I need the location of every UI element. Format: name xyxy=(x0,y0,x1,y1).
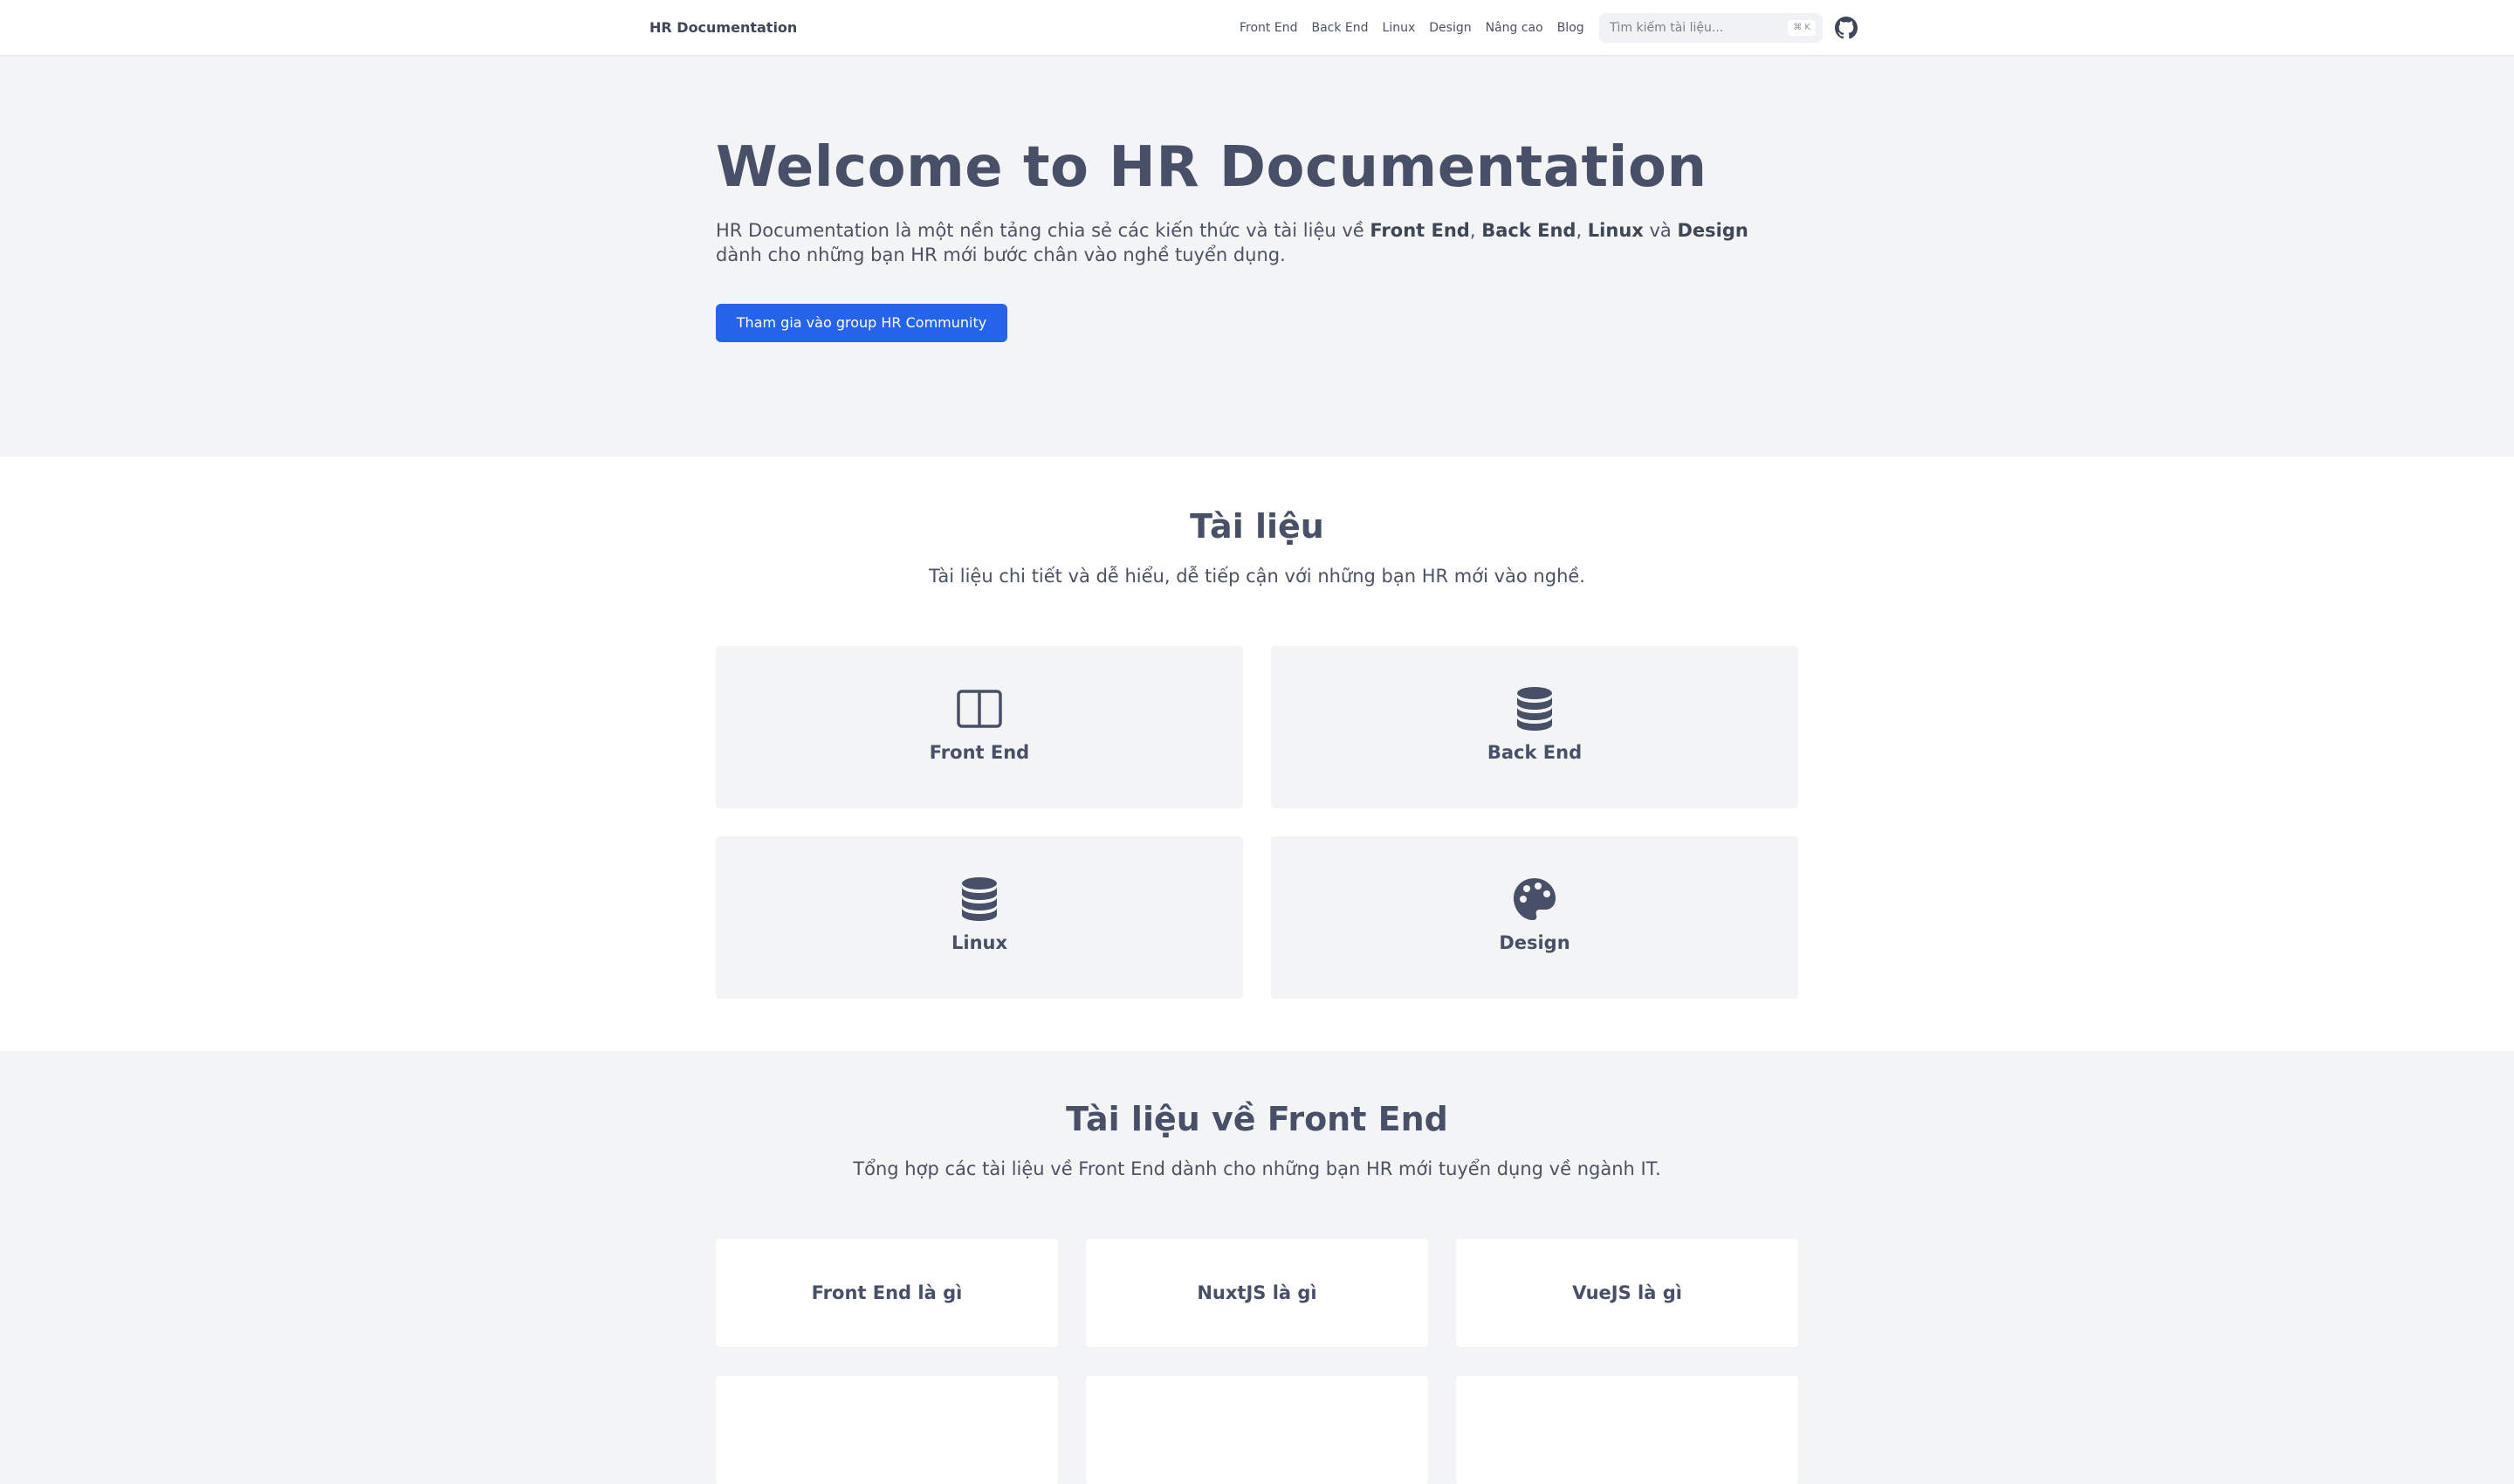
article-card-title: NuxtJS là gì xyxy=(1197,1282,1317,1303)
nav-link-blog[interactable]: Blog xyxy=(1550,21,1591,35)
article-card-title xyxy=(716,1376,1058,1484)
nav-link-design[interactable]: Design xyxy=(1422,21,1478,35)
docs-subtitle: Tài liệu chi tiết và dễ hiểu, dễ tiếp cậ… xyxy=(929,566,1585,587)
columns-icon xyxy=(957,690,1002,728)
github-icon[interactable] xyxy=(1835,17,1858,39)
front-end-subtitle: Tổng hợp các tài liệu về Front End dành … xyxy=(853,1158,1661,1179)
docs-title: Tài liệu xyxy=(1190,507,1324,546)
article-card[interactable] xyxy=(716,1376,1058,1484)
search-shortcut-badge: ⌘ K xyxy=(1788,20,1816,36)
article-card-title xyxy=(1456,1376,1798,1484)
article-card[interactable]: NuxtJS là gì xyxy=(1086,1239,1428,1347)
category-card-linux[interactable]: Linux xyxy=(716,836,1243,999)
category-card-front-end[interactable]: Front End xyxy=(716,646,1243,808)
category-card-design[interactable]: Design xyxy=(1271,836,1798,999)
article-card[interactable]: Front End là gì xyxy=(716,1239,1058,1347)
search-box[interactable]: Tìm kiếm tài liệu... ⌘ K xyxy=(1599,13,1823,43)
search-placeholder: Tìm kiếm tài liệu... xyxy=(1610,21,1724,35)
category-label: Design xyxy=(1499,932,1570,953)
article-card[interactable] xyxy=(1086,1376,1428,1484)
article-card[interactable]: VueJS là gì xyxy=(1456,1239,1798,1347)
article-card-title: VueJS là gì xyxy=(1572,1282,1682,1303)
nav-link-linux[interactable]: Linux xyxy=(1376,21,1423,35)
hero-section: Welcome to HR Documentation HR Documenta… xyxy=(0,57,2514,457)
nav-link-back-end[interactable]: Back End xyxy=(1304,21,1375,35)
article-card-title: Front End là gì xyxy=(811,1282,963,1303)
front-end-section: Tài liệu về Front End Tổng hợp các tài l… xyxy=(0,1051,2514,1484)
database-icon xyxy=(1517,687,1552,731)
category-label: Front End xyxy=(929,742,1030,763)
category-card-back-end[interactable]: Back End xyxy=(1271,646,1798,808)
hero-title: Welcome to HR Documentation xyxy=(716,135,1707,200)
article-card[interactable] xyxy=(1456,1376,1798,1484)
front-end-title: Tài liệu về Front End xyxy=(1066,1100,1448,1138)
docs-section: Tài liệu Tài liệu chi tiết và dễ hiểu, d… xyxy=(0,457,2514,1051)
nav-links: Front End Back End Linux Design Nâng cao… xyxy=(1233,0,1591,56)
hero-description: HR Documentation là một nền tảng chia sẻ… xyxy=(716,220,1748,265)
category-label: Back End xyxy=(1487,742,1583,763)
site-brand[interactable]: HR Documentation xyxy=(649,0,797,56)
article-card-title xyxy=(1086,1376,1428,1484)
nav-link-advanced[interactable]: Nâng cao xyxy=(1479,21,1550,35)
database-icon xyxy=(962,877,997,921)
top-navbar: HR Documentation Front End Back End Linu… xyxy=(0,0,2514,56)
nav-link-front-end[interactable]: Front End xyxy=(1233,21,1304,35)
category-label: Linux xyxy=(951,932,1008,953)
join-community-button[interactable]: Tham gia vào group HR Community xyxy=(716,304,1007,342)
palette-icon xyxy=(1514,878,1556,920)
